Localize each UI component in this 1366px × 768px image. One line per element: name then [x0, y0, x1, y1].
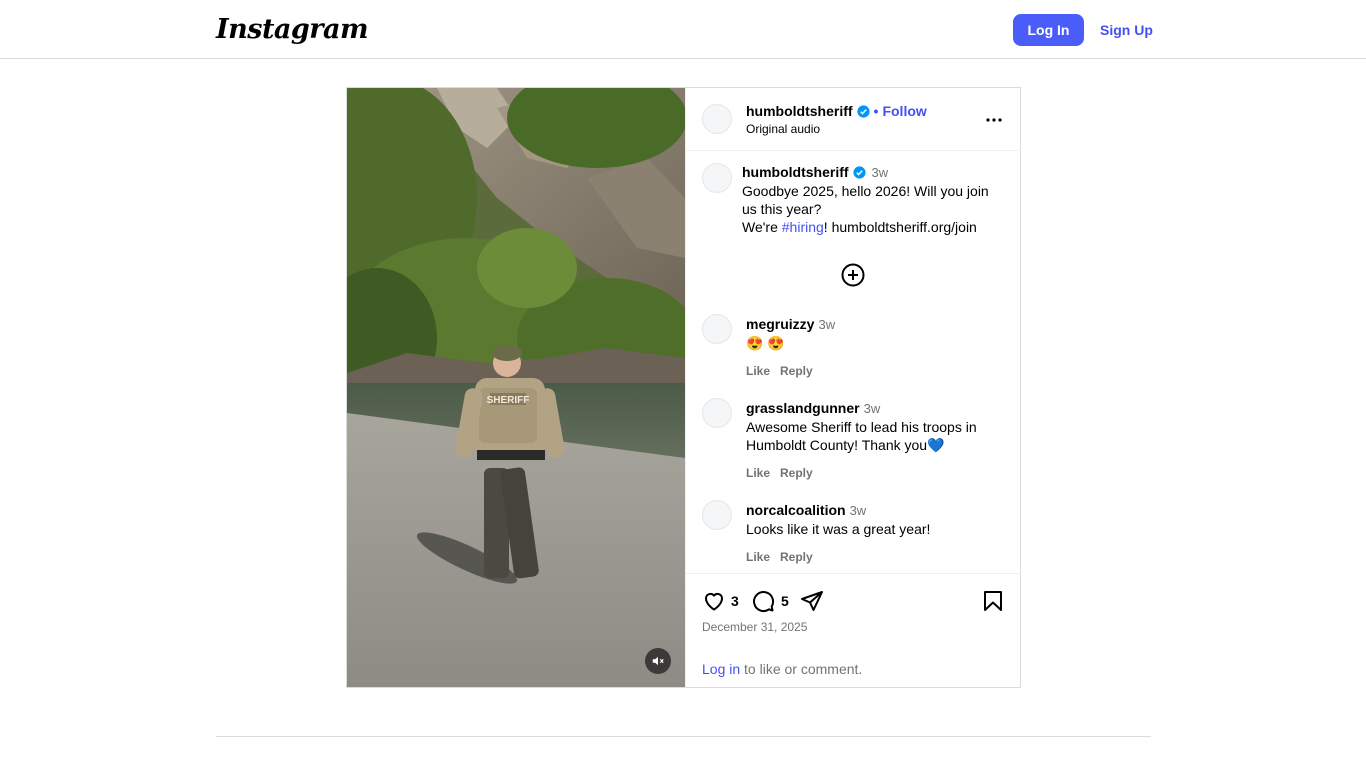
dot-separator: •	[873, 103, 879, 119]
comment-username[interactable]: grasslandgunner	[746, 400, 860, 416]
caption-text-prefix: We're	[742, 219, 782, 235]
comment-actions: Like Reply	[746, 464, 1006, 482]
post-caption: humboldtsheriff 3w Goodbye 2025, hello 20…	[742, 163, 1002, 236]
log-in-link[interactable]: Log in	[702, 661, 740, 677]
verified-badge-icon	[856, 105, 870, 118]
post-header: humboldtsheriff • Follow Original audio	[686, 88, 1021, 151]
caption-avatar[interactable]	[702, 163, 732, 193]
header-user-line: humboldtsheriff • Follow	[746, 103, 927, 119]
comment-item: megruizzy 3w 😍 😍 Like Reply	[746, 315, 1006, 380]
caption-text-line2: We're #hiring! humboldtsheriff.org/join	[742, 218, 1002, 236]
comment-text: 😍 😍	[746, 335, 785, 351]
bookmark-icon[interactable]	[981, 589, 1005, 613]
verified-badge-icon	[852, 166, 866, 179]
sign-up-link[interactable]: Sign Up	[1100, 22, 1153, 38]
mute-toggle-button[interactable]	[645, 648, 671, 674]
comment-reply-button[interactable]: Reply	[780, 364, 813, 378]
video-frame-illustration: SHERIFF	[347, 88, 685, 687]
post-actions-bar: 3 5 December 31, 2025 Log in to like or …	[686, 573, 1021, 687]
comment-actions: Like Reply	[746, 362, 1006, 380]
post-username[interactable]: humboldtsheriff	[746, 103, 853, 119]
audio-label[interactable]: Original audio	[746, 122, 820, 136]
comment-reply-button[interactable]: Reply	[780, 466, 813, 480]
comment-avatar[interactable]	[702, 500, 732, 530]
instagram-logo[interactable]: Instagram	[216, 14, 369, 45]
comment-username[interactable]: megruizzy	[746, 316, 814, 332]
comment-like-button[interactable]: Like	[746, 466, 770, 480]
comment-time[interactable]: 3w	[818, 317, 835, 332]
post-side-panel: humboldtsheriff • Follow Original audio hu…	[685, 88, 1021, 687]
caption-username[interactable]: humboldtsheriff	[742, 164, 849, 180]
likes-count[interactable]: 3	[731, 593, 739, 609]
comments-count[interactable]: 5	[781, 593, 789, 609]
comment-text: Awesome Sheriff to lead his troops in Hu…	[746, 419, 977, 453]
caption-text-suffix: ! humboldtsheriff.org/join	[823, 219, 977, 235]
comment-username[interactable]: norcalcoalition	[746, 502, 846, 518]
caption-text-line1: Goodbye 2025, hello 2026! Will you join …	[742, 183, 989, 217]
footer-divider	[216, 736, 1151, 737]
comment-avatar[interactable]	[702, 314, 732, 344]
caption-time[interactable]: 3w	[872, 165, 889, 180]
comment-avatar[interactable]	[702, 398, 732, 428]
svg-text:SHERIFF: SHERIFF	[487, 395, 530, 406]
comment-like-button[interactable]: Like	[746, 364, 770, 378]
plus-circle-icon[interactable]	[841, 263, 865, 287]
follow-button[interactable]: Follow	[882, 103, 926, 119]
comment-icon[interactable]	[751, 589, 775, 613]
login-prompt: Log in to like or comment.	[702, 661, 862, 677]
comment-time[interactable]: 3w	[850, 503, 867, 518]
post-date[interactable]: December 31, 2025	[702, 620, 807, 634]
login-prompt-text: to like or comment.	[740, 661, 863, 677]
more-icon[interactable]	[982, 108, 1006, 132]
hashtag-link[interactable]: #hiring	[782, 219, 824, 235]
avatar[interactable]	[702, 104, 732, 134]
heart-icon[interactable]	[702, 589, 726, 613]
log-in-button[interactable]: Log In	[1013, 14, 1084, 46]
comment-reply-button[interactable]: Reply	[780, 550, 813, 564]
share-icon[interactable]	[800, 589, 824, 613]
muted-speaker-icon	[652, 656, 664, 666]
post-card: SHERIFF humboldtsheriff • Follow Original …	[346, 87, 1021, 688]
comment-text: Looks like it was a great year!	[746, 521, 931, 537]
comment-like-button[interactable]: Like	[746, 550, 770, 564]
comment-actions: Like Reply	[746, 548, 1006, 566]
comment-item: norcalcoalition 3w Looks like it was a gr…	[746, 501, 1006, 566]
comment-item: grasslandgunner 3w Awesome Sheriff to lea…	[746, 399, 1006, 482]
top-navigation-bar: Instagram Log In Sign Up	[0, 0, 1366, 59]
post-video[interactable]: SHERIFF	[347, 88, 685, 687]
comment-time[interactable]: 3w	[864, 401, 881, 416]
